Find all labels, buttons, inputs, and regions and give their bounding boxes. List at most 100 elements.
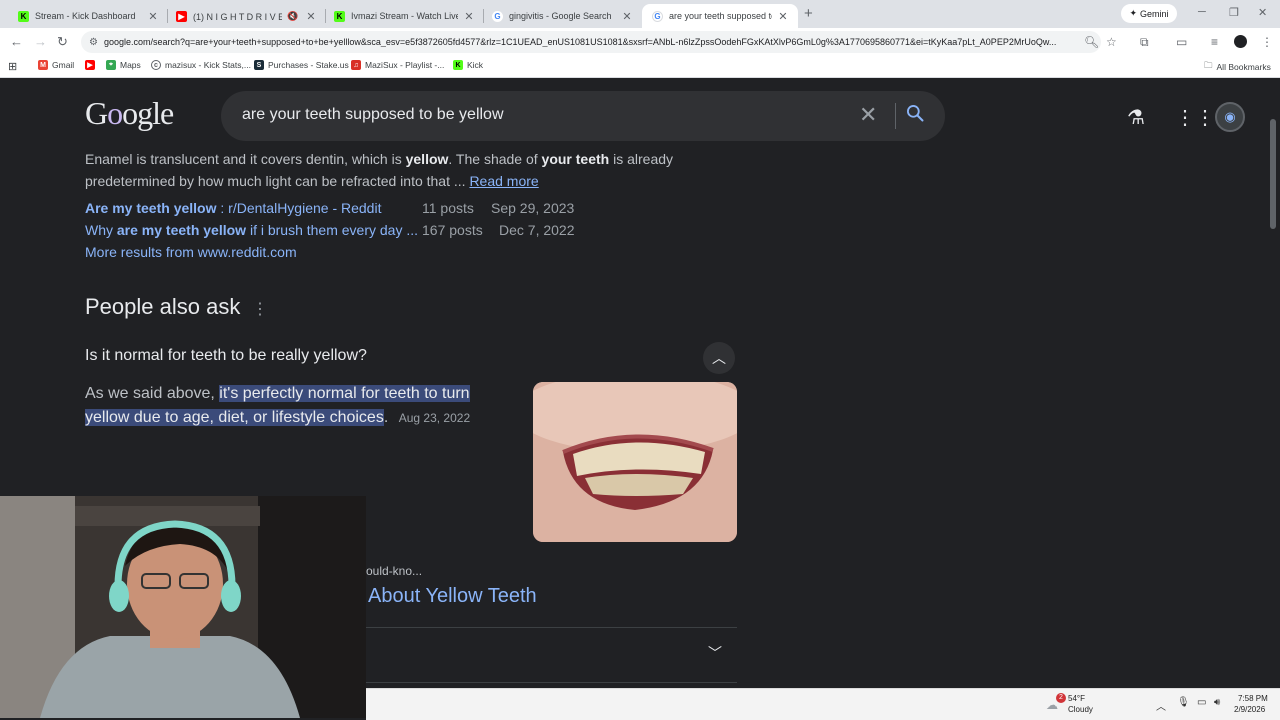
result-title: Why bbox=[85, 222, 117, 238]
forward-icon[interactable]: → bbox=[34, 34, 47, 49]
post-count: 167 posts bbox=[422, 222, 483, 238]
close-tab-icon[interactable]: ✕ bbox=[776, 10, 790, 23]
address-bar[interactable]: ⚙ google.com/search?q=are+your+teeth+sup… bbox=[81, 31, 1101, 53]
bookmark-maps[interactable]: ⌖ Maps bbox=[106, 60, 141, 70]
url-text[interactable]: google.com/search?q=are+your+teeth+suppo… bbox=[104, 37, 1079, 47]
search-query[interactable]: are your teeth supposed to be yellow bbox=[242, 106, 504, 124]
bookmark-label: Maps bbox=[120, 60, 141, 70]
source-title-link[interactable]: About Yellow Teeth bbox=[368, 585, 537, 608]
webcam-overlay bbox=[0, 496, 366, 718]
post-date: Sep 29, 2023 bbox=[491, 200, 575, 216]
page-scrollbar[interactable] bbox=[1270, 119, 1276, 229]
answer-date: Aug 23, 2022 bbox=[398, 411, 471, 425]
people-also-ask-heading: People also ask bbox=[85, 294, 241, 319]
reddit-result-link[interactable]: Why are my teeth yellow if i brush them … bbox=[85, 222, 418, 238]
snippet-bold: yellow bbox=[405, 151, 449, 167]
clear-icon[interactable]: ✕ bbox=[859, 102, 877, 128]
result-title: : r/DentalHygiene - Reddit bbox=[216, 200, 382, 216]
weather-cloud-icon[interactable]: ☁ bbox=[1046, 698, 1058, 712]
new-tab-button[interactable]: + bbox=[804, 5, 813, 22]
browser-toolbar: ← → ↻ ⚙ google.com/search?q=are+your+tee… bbox=[0, 28, 1280, 56]
close-tab-icon[interactable]: ✕ bbox=[304, 10, 318, 23]
clock-time[interactable]: 7:58 PM bbox=[1238, 694, 1268, 703]
tab-title: Ivmazi Stream - Watch Live on bbox=[351, 11, 458, 21]
tab-title: are your teeth supposed to be bbox=[669, 11, 772, 21]
bookmark-gmail[interactable]: M Gmail bbox=[38, 60, 74, 70]
chevron-up-icon[interactable]: ︿ bbox=[1156, 698, 1166, 713]
chevron-up-icon[interactable]: ︿ bbox=[703, 342, 735, 374]
close-tab-icon[interactable]: ✕ bbox=[620, 10, 634, 23]
site-info-icon[interactable]: ⚙ bbox=[89, 37, 98, 48]
reddit-result-link[interactable]: Are my teeth yellow : r/DentalHygiene - … bbox=[85, 200, 381, 216]
all-bookmarks-label: All Bookmarks bbox=[1216, 62, 1271, 72]
kick-icon: K bbox=[334, 10, 345, 22]
maps-icon: ⌖ bbox=[106, 60, 116, 70]
close-tab-icon[interactable]: ✕ bbox=[146, 10, 160, 23]
snippet-bold: your teeth bbox=[541, 151, 610, 167]
weather-temp[interactable]: 54°F bbox=[1068, 694, 1085, 703]
result-title: if i brush them every day ... bbox=[246, 222, 419, 238]
tab-title: (1) N I G H T D R I V E ナイト bbox=[193, 11, 282, 22]
apps-icon[interactable]: ⊞ bbox=[8, 60, 17, 73]
folder-icon: 🗀 bbox=[1204, 60, 1213, 70]
reload-icon[interactable]: ↻ bbox=[57, 34, 68, 50]
labs-flask-icon[interactable]: ⚗ bbox=[1127, 105, 1145, 130]
minimize-icon[interactable]: ─ bbox=[1198, 6, 1206, 18]
cast-icon[interactable]: ▭ bbox=[1176, 35, 1187, 49]
close-tab-icon[interactable]: ✕ bbox=[462, 10, 476, 23]
stats-icon: c bbox=[151, 60, 161, 70]
chevron-down-icon[interactable]: ﹀ bbox=[708, 643, 722, 663]
tab-ivmazi-stream[interactable]: K Ivmazi Stream - Watch Live on ✕ bbox=[324, 4, 484, 28]
bookmark-label: Gmail bbox=[52, 60, 75, 70]
all-bookmarks[interactable]: 🗀 All Bookmarks bbox=[1204, 60, 1271, 74]
back-icon[interactable]: ← bbox=[10, 34, 23, 49]
teeth-thumbnail-image[interactable] bbox=[533, 382, 737, 542]
kick-icon: K bbox=[453, 60, 463, 70]
gemini-button[interactable]: ✦ Gemini bbox=[1121, 4, 1177, 23]
tab-title: gingivitis - Google Search bbox=[509, 11, 612, 21]
zoom-icon[interactable]: 🔍︎ bbox=[1084, 35, 1099, 49]
tab-gingivitis[interactable]: G gingivitis - Google Search ✕ bbox=[482, 4, 642, 28]
bookmark-youtube[interactable]: ▶ bbox=[85, 60, 99, 70]
read-more-link[interactable]: Read more bbox=[469, 173, 538, 189]
weather-desc[interactable]: Cloudy bbox=[1068, 705, 1093, 714]
google-logo[interactable]: Google bbox=[85, 95, 174, 132]
network-icon[interactable]: ▭ bbox=[1197, 697, 1206, 708]
clock-date[interactable]: 2/9/2026 bbox=[1234, 705, 1265, 714]
tab-kick-dashboard[interactable]: K Stream - Kick Dashboard ✕ bbox=[8, 4, 168, 28]
more-results-link[interactable]: More results from www.reddit.com bbox=[85, 244, 297, 260]
account-avatar[interactable]: ◉ bbox=[1215, 102, 1245, 132]
bookmarks-bar: ⊞ M Gmail ▶ ⌖ Maps c mazisux - Kick Stat… bbox=[0, 56, 1280, 78]
bookmark-stake[interactable]: S Purchases - Stake.us bbox=[254, 60, 349, 70]
tab-search-icon[interactable]: ≡ bbox=[1211, 35, 1218, 49]
gmail-icon: M bbox=[38, 60, 48, 70]
bookmark-kick-stats[interactable]: c mazisux - Kick Stats,... bbox=[151, 60, 251, 70]
mute-icon[interactable]: 🔇 bbox=[286, 11, 300, 22]
result-title-bold: Are my teeth yellow bbox=[85, 200, 217, 216]
webcam-person-illustration bbox=[0, 496, 366, 718]
search-icon[interactable] bbox=[905, 103, 925, 123]
snippet-text: Enamel is translucent and it covers dent… bbox=[85, 151, 406, 167]
smile-illustration bbox=[533, 382, 737, 542]
post-date: Dec 7, 2022 bbox=[499, 222, 575, 238]
microphone-icon[interactable]: 🎙︎ bbox=[1177, 697, 1190, 708]
profile-icon[interactable] bbox=[1234, 35, 1247, 48]
volume-icon[interactable]: 🔊︎ bbox=[1214, 697, 1220, 708]
maximize-icon[interactable]: ❐ bbox=[1229, 6, 1239, 19]
search-box[interactable]: are your teeth supposed to be yellow ✕ bbox=[221, 91, 945, 141]
extensions-icon[interactable]: ⧉ bbox=[1140, 35, 1149, 50]
menu-icon[interactable]: ⋮ bbox=[1261, 35, 1273, 49]
close-window-icon[interactable]: ✕ bbox=[1258, 6, 1267, 19]
bookmark-playlist[interactable]: ♫ MaziSux - Playlist -... bbox=[351, 60, 444, 70]
snippet-text: . The shade of bbox=[448, 151, 542, 167]
source-url[interactable]: ould-kno... bbox=[366, 564, 422, 578]
paa-question[interactable]: Is it normal for teeth to be really yell… bbox=[85, 347, 367, 365]
bookmark-star-icon[interactable]: ☆ bbox=[1106, 35, 1117, 49]
tab-nightdrive[interactable]: ▶ (1) N I G H T D R I V E ナイト 🔇 ✕ bbox=[166, 4, 326, 28]
bookmark-kick[interactable]: K Kick bbox=[453, 60, 483, 70]
more-options-icon[interactable]: ⋮ bbox=[252, 299, 268, 319]
bookmark-label: mazisux - Kick Stats,... bbox=[165, 60, 251, 70]
tab-teeth-yellow[interactable]: G are your teeth supposed to be ✕ bbox=[642, 4, 798, 28]
bookmark-label: MaziSux - Playlist -... bbox=[365, 60, 445, 70]
bookmark-label: Purchases - Stake.us bbox=[268, 60, 349, 70]
